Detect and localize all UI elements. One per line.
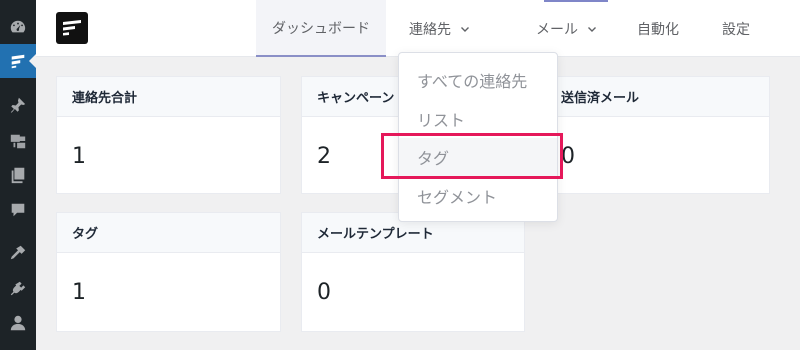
card-title: タグ — [57, 213, 280, 253]
tab-settings[interactable]: 設定 — [710, 0, 762, 57]
chevron-down-icon — [461, 26, 469, 32]
fluentcrm-logo-icon — [63, 20, 81, 36]
stat-card-sent-emails[interactable]: 送信済メール 0 — [545, 76, 770, 194]
dashboard-icon[interactable] — [0, 10, 36, 44]
comments-icon[interactable] — [0, 193, 36, 227]
chevron-down-icon — [588, 26, 596, 32]
card-value: 1 — [72, 144, 86, 169]
menu-item-all-contacts[interactable]: すべての連絡先 — [399, 61, 557, 100]
card-title: 連絡先合計 — [57, 77, 280, 117]
highlight-annotation-box — [381, 133, 563, 179]
appearance-icon[interactable] — [0, 236, 36, 270]
pages-icon[interactable] — [0, 158, 36, 192]
tab-dashboard[interactable]: ダッシュボード — [256, 0, 386, 57]
tab-automation[interactable]: 自動化 — [628, 0, 688, 57]
media-icon[interactable] — [0, 124, 36, 158]
card-title: 送信済メール — [546, 77, 769, 117]
wp-admin-sidebar — [0, 0, 36, 350]
top-navigation: ダッシュボード 連絡先 メール 自動化 設定 — [36, 0, 800, 57]
tab-email[interactable]: メール — [512, 0, 622, 57]
card-value: 1 — [72, 280, 86, 305]
app-logo[interactable] — [56, 12, 88, 44]
plugins-icon[interactable] — [0, 272, 36, 306]
tab-contacts[interactable]: 連絡先 — [388, 0, 492, 57]
stat-card-tags[interactable]: タグ 1 — [56, 212, 281, 332]
fluentcrm-icon[interactable] — [0, 44, 36, 78]
stat-card-email-templates[interactable]: メールテンプレート 0 — [301, 212, 525, 332]
stat-card-total-contacts[interactable]: 連絡先合計 1 — [56, 76, 281, 194]
pin-icon[interactable] — [0, 88, 36, 122]
card-value: 0 — [317, 280, 331, 305]
menu-item-segments[interactable]: セグメント — [399, 177, 557, 216]
users-icon[interactable] — [0, 306, 36, 340]
card-value: 0 — [561, 144, 575, 169]
